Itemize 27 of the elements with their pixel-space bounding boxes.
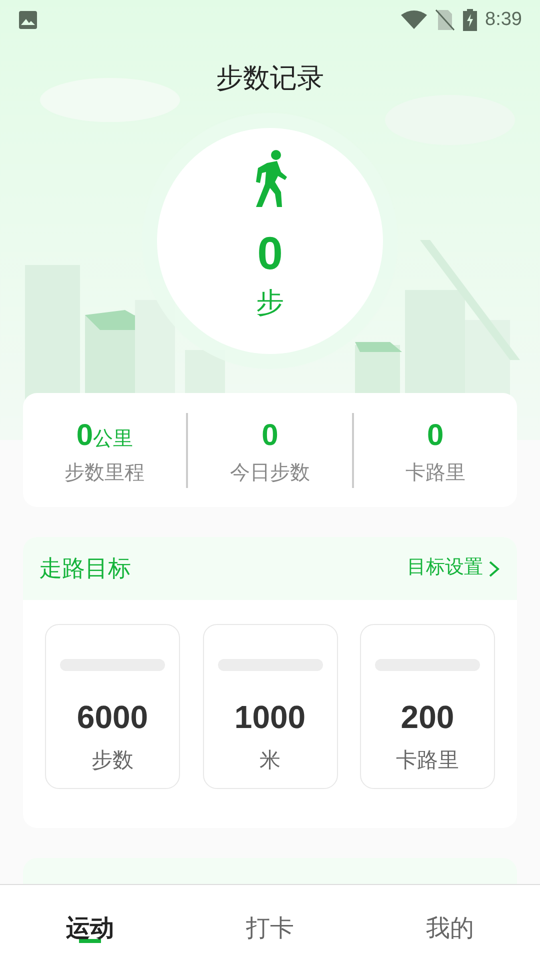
tab-indicator [79,939,101,943]
stat-value: 0 [262,418,278,454]
goal-title: 走路目标 [39,554,131,584]
goal-value: 1000 [234,701,306,733]
goal-value: 200 [400,701,454,733]
image-icon [18,10,38,30]
stat-value: 0 [426,418,444,454]
goal-value: 6000 [76,701,148,733]
stat-label: 卡路里 [405,460,466,486]
stat-unit: 公里 [93,426,133,452]
no-sim-icon [435,9,456,31]
nav-tab[interactable]: 打卡 [180,911,360,947]
nav-tab[interactable]: 我的 [360,911,540,947]
chevron-right-icon [487,560,501,578]
goal-label: 卡路里 [396,748,459,774]
nav-tab[interactable]: 运动 [0,911,180,947]
stat-value: 0 [76,418,93,454]
wifi-icon [401,10,428,30]
goal-label: 米 [260,748,280,774]
page-title: 步数记录 [216,62,324,95]
battery-charging-icon [463,9,478,31]
step-unit: 步 [256,286,284,320]
stat-label: 步数里程 [64,460,145,486]
goal-label: 步数 [92,748,134,774]
step-count: 0 [257,230,283,276]
status-time: 8:39 [485,8,522,32]
stat-label: 今日步数 [230,460,310,486]
